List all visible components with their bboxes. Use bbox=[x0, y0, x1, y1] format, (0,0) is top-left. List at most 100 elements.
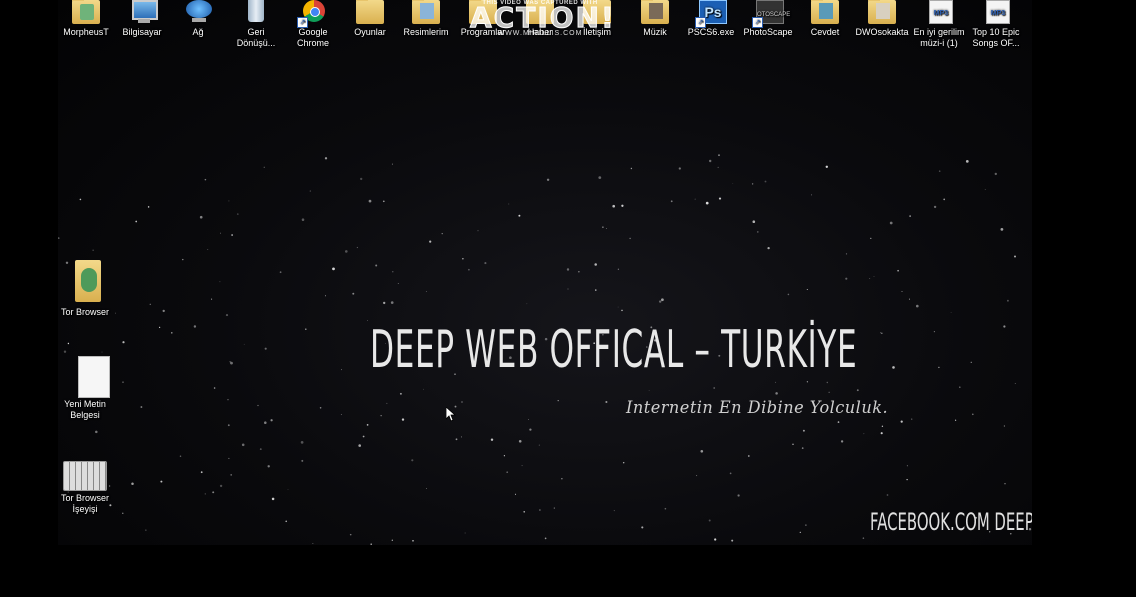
star bbox=[160, 480, 163, 483]
star bbox=[220, 232, 221, 234]
star bbox=[578, 271, 580, 273]
star bbox=[241, 443, 245, 447]
icon-label-line2: Songs OF... bbox=[972, 38, 1020, 48]
star bbox=[219, 281, 221, 283]
star bbox=[775, 392, 778, 395]
desktop-icon-en-iyi-gerilim[interactable]: MP3 En iyi gerilim müzi-i (1) bbox=[911, 0, 967, 49]
star bbox=[95, 430, 98, 434]
star bbox=[805, 524, 807, 526]
star bbox=[367, 320, 368, 321]
star bbox=[149, 303, 151, 305]
star bbox=[802, 429, 805, 432]
star bbox=[312, 543, 314, 544]
star bbox=[122, 381, 124, 383]
star bbox=[212, 491, 215, 494]
star bbox=[751, 183, 754, 185]
star bbox=[227, 399, 229, 401]
network-icon bbox=[180, 0, 216, 26]
star bbox=[200, 471, 203, 474]
star bbox=[464, 532, 466, 534]
star bbox=[729, 472, 732, 475]
star bbox=[147, 206, 150, 208]
desktop-wallpaper: DEEP WEB OFFICAL – TURKİYE Internetin En… bbox=[58, 0, 1032, 545]
star bbox=[984, 189, 986, 190]
star bbox=[900, 420, 903, 423]
star bbox=[901, 291, 903, 292]
desktop-icon-yeni-metin-belgesi[interactable]: Yeni Metin Belgesi bbox=[57, 356, 113, 421]
icon-label: Google bbox=[298, 27, 328, 37]
icon-label: Oyunlar bbox=[354, 27, 386, 37]
star bbox=[694, 198, 696, 200]
tor-folder-icon bbox=[67, 260, 103, 306]
desktop-icon-top-10-epic[interactable]: MP3 Top 10 Epic Songs OF... bbox=[968, 0, 1024, 49]
desktop-icon-cevdet[interactable]: Cevdet bbox=[797, 0, 853, 38]
photoscape-icon: OTOSCAPE ↗ bbox=[750, 0, 790, 28]
star bbox=[906, 465, 908, 467]
star bbox=[892, 366, 895, 369]
star bbox=[300, 441, 304, 444]
star bbox=[412, 539, 414, 542]
star bbox=[661, 298, 664, 302]
star bbox=[356, 246, 359, 249]
star bbox=[358, 444, 361, 447]
star bbox=[933, 205, 937, 209]
star bbox=[678, 167, 681, 170]
star bbox=[799, 531, 801, 534]
star bbox=[718, 197, 722, 200]
desktop-icon-dwosokakta[interactable]: DWOsokakta bbox=[854, 0, 910, 38]
star bbox=[950, 311, 952, 313]
star bbox=[856, 389, 859, 392]
star bbox=[806, 381, 809, 383]
desktop-icon-oyunlar[interactable]: Oyunlar bbox=[342, 0, 398, 38]
star bbox=[506, 471, 509, 474]
desktop-icon-google-chrome[interactable]: ↗ Google Chrome bbox=[285, 0, 341, 49]
star bbox=[717, 166, 719, 168]
star bbox=[383, 301, 386, 305]
desktop-icon-photoscape[interactable]: OTOSCAPE ↗ PhotoScape bbox=[740, 0, 796, 38]
star bbox=[271, 497, 275, 501]
desktop-icon-tor-browser[interactable]: Tor Browser bbox=[57, 260, 113, 318]
desktop-icon-ag[interactable]: Ağ bbox=[170, 0, 226, 38]
star bbox=[228, 457, 230, 459]
star bbox=[938, 366, 940, 369]
star bbox=[792, 443, 794, 445]
star bbox=[231, 234, 233, 236]
desktop-icon-morpheust[interactable]: MorpheusT bbox=[58, 0, 114, 38]
icon-label: Tor Browser bbox=[60, 307, 109, 317]
star bbox=[390, 301, 394, 304]
desktop-icon-pscs6[interactable]: Ps ↗ PSCS6.exe bbox=[683, 0, 739, 38]
star bbox=[397, 283, 399, 284]
desktop-icon-resimlerim[interactable]: Resimlerim bbox=[398, 0, 454, 38]
desktop-icon-geri-donusum[interactable]: Geri Dönüşü... bbox=[228, 0, 284, 49]
desktop-icon-bilgisayar[interactable]: Bilgisayar bbox=[114, 0, 170, 38]
star bbox=[869, 277, 871, 279]
star bbox=[700, 449, 704, 453]
star bbox=[806, 288, 808, 291]
star bbox=[131, 482, 134, 486]
star bbox=[825, 165, 828, 168]
star bbox=[411, 459, 414, 462]
star bbox=[933, 331, 935, 333]
star bbox=[648, 389, 650, 391]
star bbox=[122, 341, 125, 344]
mouse-cursor-icon bbox=[446, 407, 456, 422]
star bbox=[162, 309, 165, 313]
icon-label: Cevdet bbox=[810, 27, 840, 37]
desktop-icon-muzik[interactable]: Müzik bbox=[627, 0, 683, 38]
star bbox=[370, 543, 372, 545]
star bbox=[140, 406, 143, 408]
star bbox=[301, 459, 304, 462]
desktop-icon-tor-browser-isleyisi[interactable]: Tor Browser İşeyişi bbox=[57, 459, 113, 515]
watermark-top-text: THIS VIDEO WAS CAPTURED WITH bbox=[482, 0, 598, 6]
star bbox=[713, 387, 716, 389]
watermark-url-text: WWW.MIRILLIS.COM bbox=[497, 30, 583, 37]
star bbox=[546, 178, 550, 182]
star bbox=[386, 402, 388, 404]
star bbox=[349, 533, 352, 536]
folder-icon bbox=[864, 0, 900, 26]
star bbox=[1014, 382, 1016, 385]
star bbox=[199, 215, 203, 219]
star bbox=[787, 293, 790, 296]
star bbox=[58, 237, 60, 239]
star bbox=[263, 166, 265, 168]
